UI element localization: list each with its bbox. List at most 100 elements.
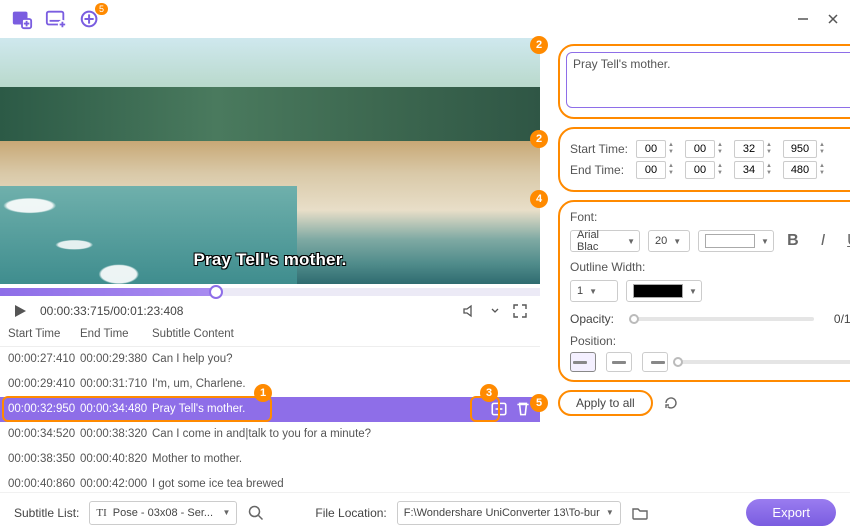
cell-content: Can I help you? [152, 353, 532, 365]
add-video-icon[interactable] [10, 7, 34, 31]
opacity-slider[interactable] [634, 317, 814, 321]
opacity-label: Opacity: [570, 312, 624, 326]
font-row: Arial Blac▼ 20▼ ▼ B I U [570, 230, 850, 252]
end-hh[interactable] [636, 161, 666, 179]
subtitle-text-input[interactable] [566, 52, 850, 108]
right-pane: 2 2 Start Time: ▲▼ ▲▼ ▲▼ ▲▼ End Time: ▲▼… [540, 38, 850, 492]
cell-content: Pray Tell's mother. [152, 403, 490, 415]
font-color-select[interactable]: ▼ [698, 230, 774, 252]
end-time-label: End Time: [570, 163, 632, 177]
col-end-header: End Time [80, 328, 152, 340]
player-controls: 00:00:33:715/00:01:23:408 [0, 298, 540, 323]
cell-end: 00:00:40:820 [80, 453, 152, 465]
table-row[interactable]: 00:00:34:52000:00:38:320Can I come in an… [0, 422, 540, 447]
volume-chevron-icon[interactable] [490, 303, 500, 319]
start-hh[interactable] [636, 140, 666, 158]
apply-to-all-button[interactable]: Apply to all [558, 390, 653, 416]
position-center-button[interactable] [606, 352, 632, 372]
start-time-row: Start Time: ▲▼ ▲▼ ▲▼ ▲▼ [570, 140, 850, 158]
position-label: Position: [570, 334, 850, 348]
time-panel: Start Time: ▲▼ ▲▼ ▲▼ ▲▼ End Time: ▲▼ ▲▼ … [558, 127, 850, 192]
callout-4-badge: 4 [530, 190, 548, 208]
cell-content: I'm, um, Charlene. [152, 378, 532, 390]
spinner[interactable]: ▲▼ [765, 163, 773, 177]
progress-bar[interactable] [0, 288, 540, 296]
table-row[interactable]: 00:00:38:35000:00:40:820Mother to mother… [0, 447, 540, 472]
reset-icon[interactable] [663, 395, 679, 411]
subtitle-list-select[interactable]: TI Pose - 03x08 - Ser... ▼ [89, 501, 237, 525]
outline-color-select[interactable]: ▼ [626, 280, 702, 302]
outline-row: 1▼ ▼ [570, 280, 850, 302]
callout-3-badge: 3 [480, 384, 498, 402]
folder-icon[interactable] [631, 504, 649, 522]
font-size-select[interactable]: 20▼ [648, 230, 690, 252]
start-ss[interactable] [734, 140, 764, 158]
outline-width-select[interactable]: 1▼ [570, 280, 618, 302]
cell-start: 00:00:29:410 [8, 378, 80, 390]
cell-start: 00:00:40:860 [8, 478, 80, 490]
file-location-label: File Location: [315, 506, 386, 520]
file-location-select[interactable]: F:\Wondershare UniConverter 13\To-bur ▼ [397, 501, 621, 525]
row-actions [490, 400, 532, 418]
bottom-bar: Subtitle List: TI Pose - 03x08 - Ser... … [0, 492, 850, 532]
cell-end: 00:00:42:000 [80, 478, 152, 490]
window-controls [796, 12, 840, 26]
spinner[interactable]: ▲▼ [818, 163, 826, 177]
position-right-button[interactable] [642, 352, 668, 372]
underline-button[interactable]: U [842, 230, 850, 252]
start-ms[interactable] [783, 140, 817, 158]
position-thumb[interactable] [673, 357, 683, 367]
minimize-button[interactable] [796, 12, 810, 26]
spinner[interactable]: ▲▼ [667, 163, 675, 177]
progress-thumb[interactable] [209, 285, 223, 299]
cell-content: I got some ice tea brewed [152, 478, 532, 490]
cell-end: 00:00:31:710 [80, 378, 152, 390]
table-row[interactable]: 00:00:32:95000:00:34:480Pray Tell's moth… [0, 397, 540, 422]
opacity-row: Opacity: 0/100 [570, 312, 850, 326]
subtitle-text-panel [558, 44, 850, 119]
cell-content: Can I come in and|talk to you for a minu… [152, 428, 532, 440]
cell-start: 00:00:34:520 [8, 428, 80, 440]
table-row[interactable]: 00:00:27:41000:00:29:380Can I help you? [0, 347, 540, 372]
close-button[interactable] [826, 12, 840, 26]
callout-2-badge: 2 [530, 36, 548, 54]
table-row[interactable]: 00:00:40:86000:00:42:000I got some ice t… [0, 472, 540, 492]
end-time-row: End Time: ▲▼ ▲▼ ▲▼ ▲▼ [570, 161, 850, 179]
spinner[interactable]: ▲▼ [667, 142, 675, 156]
start-mm[interactable] [685, 140, 715, 158]
spinner[interactable]: ▲▼ [765, 142, 773, 156]
cell-end: 00:00:38:320 [80, 428, 152, 440]
end-mm[interactable] [685, 161, 715, 179]
row-insert-icon[interactable] [490, 400, 508, 418]
italic-button[interactable]: I [812, 230, 834, 252]
end-ss[interactable] [734, 161, 764, 179]
export-button[interactable]: Export [746, 499, 836, 526]
position-slider[interactable] [678, 360, 850, 364]
play-icon[interactable] [12, 303, 28, 319]
end-ms[interactable] [783, 161, 817, 179]
cell-end: 00:00:29:380 [80, 353, 152, 365]
progress-fill [0, 288, 216, 296]
search-icon[interactable] [247, 504, 265, 522]
position-left-button[interactable] [570, 352, 596, 372]
font-family-select[interactable]: Arial Blac▼ [570, 230, 640, 252]
cell-start: 00:00:32:950 [8, 403, 80, 415]
opacity-thumb[interactable] [629, 314, 639, 324]
video-preview[interactable]: Pray Tell's mother. [0, 38, 540, 284]
start-time-label: Start Time: [570, 142, 632, 156]
cell-content: Mother to mother. [152, 453, 532, 465]
time-display: 00:00:33:715/00:01:23:408 [40, 304, 183, 318]
cell-end: 00:00:34:480 [80, 403, 152, 415]
fullscreen-icon[interactable] [512, 303, 528, 319]
bold-button[interactable]: B [782, 230, 804, 252]
spinner[interactable]: ▲▼ [818, 142, 826, 156]
position-row [570, 352, 850, 372]
outline-width-label: Outline Width: [570, 260, 850, 274]
ai-subtitle-icon[interactable]: 5 [78, 7, 102, 31]
volume-icon[interactable] [462, 303, 478, 319]
spinner[interactable]: ▲▼ [716, 163, 724, 177]
font-label: Font: [570, 210, 850, 224]
add-subtitle-icon[interactable] [44, 7, 68, 31]
video-subtitle-overlay: Pray Tell's mother. [193, 250, 346, 270]
spinner[interactable]: ▲▼ [716, 142, 724, 156]
